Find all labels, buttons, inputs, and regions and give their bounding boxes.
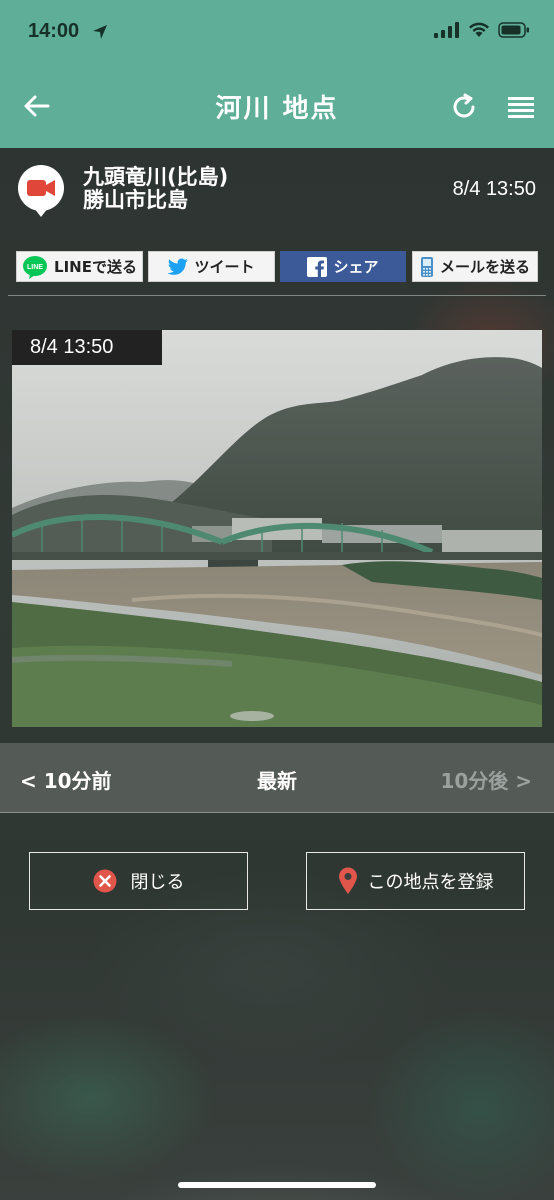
next-10min-button[interactable]: 10分後 > (440, 765, 532, 794)
tweet-button[interactable]: ツイート (148, 251, 275, 282)
svg-text:LINE: LINE (27, 264, 43, 271)
location-name: 九頭竜川(比島) 勝山市比島 (83, 166, 228, 212)
status-bar: 14:00 (0, 0, 554, 64)
mail-share-label: メールを送る (439, 258, 530, 276)
river-camera-image: 8/4 13:50 (12, 330, 542, 727)
tweet-label: ツイート (194, 258, 255, 276)
status-indicators (434, 22, 530, 38)
location-datetime: 8/4 13:50 (452, 178, 536, 200)
home-indicator[interactable] (178, 1182, 376, 1188)
location-arrow-icon (93, 25, 107, 39)
close-circle-icon (93, 869, 116, 893)
facebook-share-button[interactable]: シェア (280, 251, 406, 282)
register-location-button[interactable]: この地点を登録 (306, 852, 525, 910)
battery-icon (498, 22, 529, 38)
line-logo-icon: LINE (23, 255, 48, 279)
divider (8, 295, 546, 296)
facebook-share-label: シェア (333, 258, 379, 276)
location-river: 九頭竜川(比島) (83, 165, 229, 189)
line-share-button[interactable]: LINE LINEで送る (16, 251, 143, 282)
camera-timestamp: 8/4 13:50 (12, 330, 162, 365)
navigation-bar: 河川 地点 (0, 64, 554, 148)
status-time: 14:00 (28, 20, 80, 42)
twitter-bird-icon (168, 258, 189, 275)
register-label: この地点を登録 (367, 872, 494, 893)
close-label: 閉じる (130, 872, 185, 893)
video-camera-icon (18, 165, 64, 217)
line-share-label: LINEで送る (54, 258, 137, 276)
reload-icon[interactable] (450, 93, 478, 121)
signal-icon (434, 22, 459, 38)
time-navigation-bar: < 10分前 最新 10分後 > (0, 743, 554, 813)
facebook-logo-icon (307, 256, 328, 277)
mail-share-button[interactable]: メールを送る (412, 251, 538, 282)
menu-icon[interactable] (508, 96, 534, 118)
map-pin-icon (338, 867, 357, 894)
location-city: 勝山市比島 (83, 188, 188, 212)
close-button[interactable]: 閉じる (29, 852, 248, 910)
wifi-icon (469, 22, 489, 37)
river-scene (12, 330, 542, 727)
mobile-phone-icon (420, 256, 433, 277)
